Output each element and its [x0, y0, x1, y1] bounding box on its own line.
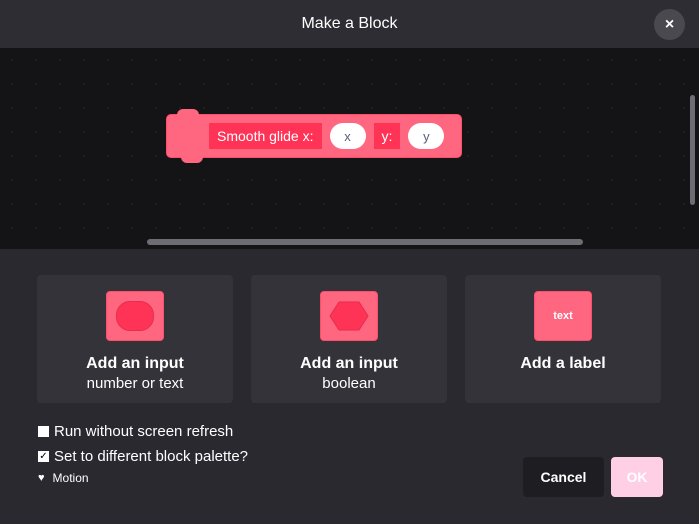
option-title: Add an input [300, 355, 398, 372]
different-palette-toggle[interactable]: ✓ Set to different block palette? [38, 448, 248, 465]
text-label-icon: text [534, 291, 592, 341]
option-title: Add a label [520, 355, 606, 372]
ok-button[interactable]: OK [611, 457, 663, 497]
close-button[interactable]: × [654, 9, 685, 40]
checkmark-icon: ✓ [39, 451, 48, 462]
add-boolean-input-button[interactable]: Add an input boolean [251, 275, 447, 403]
hexagon-boolean-icon [320, 291, 378, 341]
custom-block-preview[interactable]: Smooth glide x: x y: y [166, 109, 462, 163]
option-subtitle: boolean [322, 375, 376, 392]
close-icon: × [664, 15, 675, 33]
block-input-x[interactable]: x [329, 123, 366, 149]
block-workspace[interactable]: Smooth glide x: x y: y [0, 48, 699, 249]
palette-selector[interactable]: ♥ Motion [38, 471, 89, 485]
vertical-scrollbar[interactable] [690, 95, 695, 205]
palette-name: Motion [52, 471, 89, 485]
block-input-y[interactable]: y [408, 123, 445, 149]
option-title: Add an input [86, 355, 184, 372]
add-label-button[interactable]: text Add a label [465, 275, 661, 403]
oval-input-icon [106, 291, 164, 341]
run-without-refresh-toggle[interactable]: Run without screen refresh [38, 423, 233, 440]
run-without-refresh-label: Run without screen refresh [54, 423, 234, 440]
cancel-button[interactable]: Cancel [523, 457, 604, 497]
horizontal-scrollbar[interactable] [147, 239, 583, 245]
block-label-y[interactable]: y: [373, 123, 401, 149]
run-without-refresh-checkbox[interactable] [38, 426, 49, 437]
label-icon-text: text [553, 310, 573, 322]
option-subtitle: number or text [86, 375, 184, 392]
add-number-text-input-button[interactable]: Add an input number or text [37, 275, 233, 403]
block-label-text[interactable]: Smooth glide x: [209, 123, 322, 149]
heart-icon: ♥ [38, 472, 45, 484]
different-palette-label: Set to different block palette? [54, 448, 249, 465]
dialog-title: Make a Block [301, 15, 398, 32]
dialog-header: Make a Block × [0, 0, 699, 48]
different-palette-checkbox[interactable]: ✓ [38, 451, 49, 462]
